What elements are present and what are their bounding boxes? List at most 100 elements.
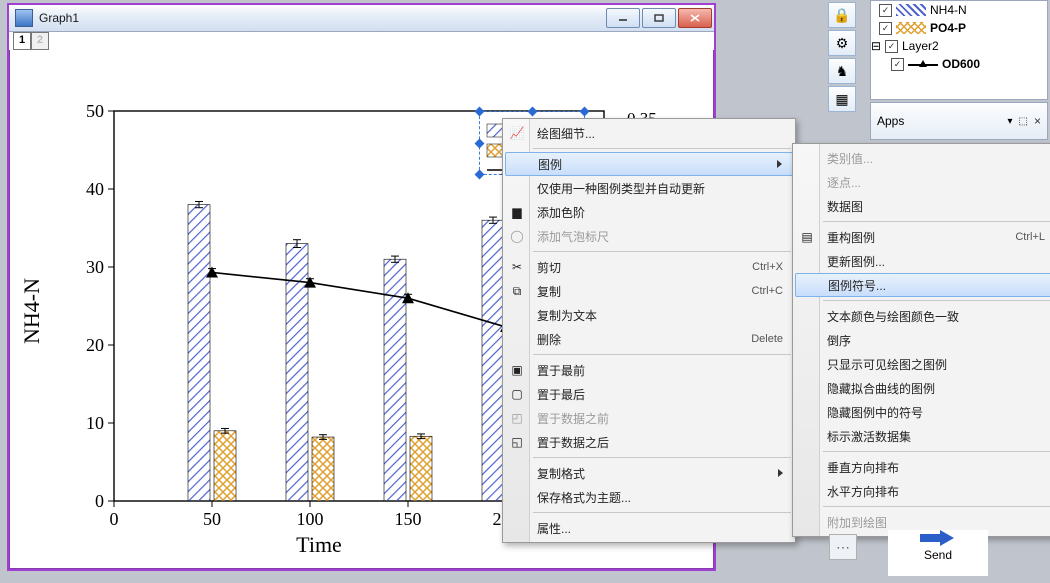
menu-separator bbox=[823, 300, 1050, 301]
menu-item-label: 更新图例... bbox=[827, 253, 885, 270]
menu-item[interactable]: ✂剪切Ctrl+X bbox=[505, 255, 793, 279]
menu-item-label: 图例符号... bbox=[828, 277, 886, 294]
menu-item[interactable]: ▤重构图例Ctrl+L bbox=[795, 225, 1050, 249]
tool-button-4[interactable]: ▦ bbox=[828, 86, 856, 112]
menu-item-label: 复制为文本 bbox=[537, 307, 597, 324]
menu-item[interactable]: 倒序 bbox=[795, 328, 1050, 352]
menu-item[interactable]: 图例符号... bbox=[795, 273, 1050, 297]
menu-item[interactable]: 复制为文本 bbox=[505, 303, 793, 327]
menu-item-label: 属性... bbox=[537, 520, 571, 537]
close-icon[interactable]: × bbox=[1034, 114, 1041, 128]
copy-icon: ⧉ bbox=[509, 283, 525, 299]
menu-item[interactable]: 复制格式 bbox=[505, 461, 793, 485]
svg-text:Time: Time bbox=[296, 532, 342, 557]
swatch-cross bbox=[896, 22, 926, 34]
menu-separator bbox=[823, 221, 1050, 222]
menu-item-label: 重构图例 bbox=[827, 229, 875, 246]
svg-text:50: 50 bbox=[203, 509, 221, 529]
tool-button-1[interactable]: 🔒 bbox=[828, 2, 856, 28]
menu-item[interactable]: ⧉复制Ctrl+C bbox=[505, 279, 793, 303]
close-button[interactable] bbox=[678, 8, 712, 28]
send-command[interactable]: Send bbox=[888, 530, 988, 576]
menu-item[interactable]: 删除Delete bbox=[505, 327, 793, 351]
checkbox[interactable] bbox=[879, 22, 892, 35]
checkbox[interactable] bbox=[891, 58, 904, 71]
bubble-icon: ◯ bbox=[509, 228, 525, 244]
menu-item[interactable]: ◱置于数据之后 bbox=[505, 430, 793, 454]
menu-item-label: 水平方向排布 bbox=[827, 483, 899, 500]
menu-item-label: 图例 bbox=[538, 156, 562, 173]
menu-item[interactable]: 隐藏拟合曲线的图例 bbox=[795, 376, 1050, 400]
menu-item: 类别值... bbox=[795, 146, 1050, 170]
menu-item: ◰置于数据之前 bbox=[505, 406, 793, 430]
pin-icon[interactable]: ⬚ bbox=[1019, 116, 1028, 127]
tree-label: NH4-N bbox=[930, 3, 967, 17]
menu-item-label: 附加到绘图 bbox=[827, 514, 887, 531]
menu-item[interactable]: 📈绘图细节... bbox=[505, 121, 793, 145]
dropdown-icon[interactable]: ▾ bbox=[1008, 116, 1013, 127]
menu-item[interactable]: 属性... bbox=[505, 516, 793, 540]
menu-item-label: 置于最前 bbox=[537, 362, 585, 379]
menu-item[interactable]: 文本颜色与绘图颜色一致 bbox=[795, 304, 1050, 328]
submenu-arrow-icon bbox=[758, 466, 783, 480]
arrow-icon bbox=[920, 530, 956, 546]
menu-item-label: 添加色阶 bbox=[537, 204, 585, 221]
tree-label: OD600 bbox=[942, 57, 980, 71]
before-icon: ◰ bbox=[509, 410, 525, 426]
menu-item-label: 复制格式 bbox=[537, 465, 585, 482]
svg-text:20: 20 bbox=[86, 335, 104, 355]
menu-separator bbox=[533, 148, 791, 149]
side-button[interactable]: ⋯ bbox=[829, 534, 857, 560]
svg-text:40: 40 bbox=[86, 179, 104, 199]
menu-item-label: 剪切 bbox=[537, 259, 561, 276]
menu-item-label: 绘图细节... bbox=[537, 125, 595, 142]
menu-separator bbox=[533, 251, 791, 252]
menu-item-label: 仅使用一种图例类型并自动更新 bbox=[537, 180, 705, 197]
svg-text:0: 0 bbox=[110, 509, 119, 529]
context-menu: 📈绘图细节...图例仅使用一种图例类型并自动更新▆添加色阶◯添加气泡标尺✂剪切C… bbox=[502, 118, 796, 543]
apps-panel[interactable]: Apps ▾ ⬚ × bbox=[870, 102, 1048, 140]
checkbox[interactable] bbox=[885, 40, 898, 53]
menu-item-label: 标示激活数据集 bbox=[827, 428, 911, 445]
menu-item[interactable]: 隐藏图例中的符号 bbox=[795, 400, 1050, 424]
menu-item[interactable]: ▆ 添加色阶 bbox=[505, 200, 793, 224]
menu-item-label: 置于最后 bbox=[537, 386, 585, 403]
menu-item[interactable]: 水平方向排布 bbox=[795, 479, 1050, 503]
menu-item-label: 类别值... bbox=[827, 150, 873, 167]
menu-item-label: 隐藏图例中的符号 bbox=[827, 404, 923, 421]
palette-icon: ▆ bbox=[509, 204, 525, 220]
menu-item[interactable]: 只显示可见绘图之图例 bbox=[795, 352, 1050, 376]
minimize-button[interactable] bbox=[606, 8, 640, 28]
svg-text:10: 10 bbox=[86, 413, 104, 433]
window-title: Graph1 bbox=[39, 11, 606, 25]
menu-item[interactable]: ▣置于最前 bbox=[505, 358, 793, 382]
svg-text:50: 50 bbox=[86, 101, 104, 121]
menu-item[interactable]: ▢置于最后 bbox=[505, 382, 793, 406]
tool-button-2[interactable]: ⚙ bbox=[828, 30, 856, 56]
svg-text:100: 100 bbox=[297, 509, 324, 529]
menu-item[interactable]: 垂直方向排布 bbox=[795, 455, 1050, 479]
tree-label: Layer2 bbox=[902, 39, 939, 53]
layer-tree[interactable]: NH4-N PO4-P ⊟Layer2 OD600 bbox=[870, 0, 1048, 100]
menu-item[interactable]: 标示激活数据集 bbox=[795, 424, 1050, 448]
menu-item-label: 隐藏拟合曲线的图例 bbox=[827, 380, 935, 397]
submenu-arrow-icon bbox=[757, 157, 782, 171]
menu-item[interactable]: 数据图 bbox=[795, 194, 1050, 218]
tool-button-3[interactable]: ♞ bbox=[828, 58, 856, 84]
checkbox[interactable] bbox=[879, 4, 892, 17]
menu-shortcut: Ctrl+C bbox=[722, 285, 783, 297]
menu-item[interactable]: 仅使用一种图例类型并自动更新 bbox=[505, 176, 793, 200]
menu-item[interactable]: 保存格式为主题... bbox=[505, 485, 793, 509]
menu-item-label: 倒序 bbox=[827, 332, 851, 349]
maximize-button[interactable] bbox=[642, 8, 676, 28]
menu-shortcut: Ctrl+L bbox=[985, 231, 1045, 243]
layer-tab-1[interactable]: 1 bbox=[13, 32, 31, 50]
menu-item-label: 文本颜色与绘图颜色一致 bbox=[827, 308, 959, 325]
menu-item[interactable]: 更新图例... bbox=[795, 249, 1050, 273]
layer-tab-2[interactable]: 2 bbox=[31, 32, 49, 50]
titlebar[interactable]: Graph1 bbox=[9, 5, 714, 32]
swatch-hatch bbox=[896, 4, 926, 16]
menu-item[interactable]: 图例 bbox=[505, 152, 793, 176]
menu-item-label: 逐点... bbox=[827, 174, 861, 191]
menu-shortcut: Delete bbox=[721, 333, 783, 345]
